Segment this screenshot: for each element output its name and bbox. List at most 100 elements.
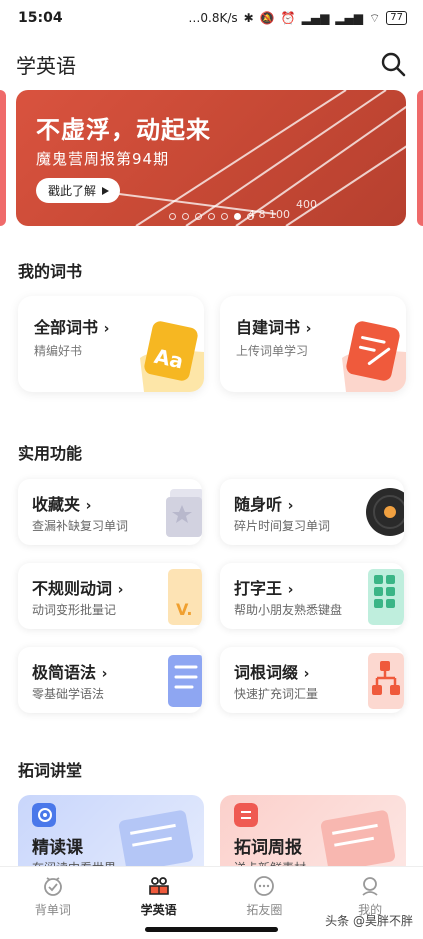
nav-label: 拓友圈: [246, 903, 283, 917]
card-desc: 上传词单学习: [236, 344, 309, 358]
profile-icon: [362, 877, 378, 896]
favorites-card[interactable]: 收藏夹 › 查漏补缺复习单词: [18, 479, 202, 545]
irregular-verbs-card[interactable]: 不规则动词 › 动词变形批量记 V.: [18, 563, 202, 629]
typing-card[interactable]: 打字王 › 帮助小朋友熟悉键盘: [220, 563, 404, 629]
alarm-icon: ⏰: [280, 11, 296, 25]
card-title: 词根词缀 ›: [234, 659, 309, 683]
bluetooth-icon: ✱: [243, 11, 254, 25]
signal-icon: ▂▄▆: [301, 11, 330, 25]
nav-tab-vocab[interactable]: 背单词: [0, 867, 106, 926]
card-title-text: 收藏夹: [32, 495, 81, 514]
home-indicator[interactable]: [145, 927, 278, 932]
card-title: 自建词书 ›: [236, 314, 311, 338]
chevron-right-icon: ›: [85, 498, 92, 514]
card-title: 精读课: [32, 838, 83, 858]
verb-art-text: V.: [176, 600, 192, 619]
wifi-icon: ⌔: [368, 10, 381, 25]
mute-icon: 🔕: [259, 11, 275, 25]
carousel-indicator: [16, 213, 406, 220]
banner-headline: 不虚浮，动起来: [36, 116, 211, 144]
banner-subtitle: 魔鬼营周报第94期: [36, 150, 170, 168]
search-icon[interactable]: [379, 50, 407, 78]
banner-card[interactable]: 400 4 8 100 不虚浮，动起来 魔鬼营周报第94期 戳此了解: [16, 90, 406, 226]
chat-bubble-icon: [254, 876, 275, 896]
status-bar: 15:04 …0.8K/s ✱ 🔕 ⏰ ▂▄▆ ▂▄▆ ⌔ 77: [0, 0, 423, 36]
tree-structure-icon: [368, 653, 404, 709]
aa-book-icon: Aa: [140, 321, 204, 392]
card-desc: 碎片时间复习单词: [234, 519, 331, 533]
carousel-dot: [181, 213, 189, 220]
watermark: 头条 @昊胖不胖: [325, 914, 413, 928]
chevron-right-icon: ›: [101, 666, 108, 682]
nav-tab-community[interactable]: 拓友圈: [212, 867, 318, 926]
roots-affixes-card[interactable]: 词根词缀 › 快速扩充词汇量: [220, 647, 404, 713]
carousel-dot: [246, 213, 254, 220]
card-title: 打字王 ›: [234, 575, 293, 599]
grammar-card[interactable]: 极简语法 › 零基础学语法: [18, 647, 202, 713]
card-title: 收藏夹 ›: [32, 491, 91, 515]
track-number-400: 400: [296, 198, 317, 211]
chevron-right-icon: ›: [117, 582, 124, 598]
all-books-card[interactable]: 全部词书 › 精编好书 Aa: [18, 296, 204, 392]
card-desc: 快速扩充词汇量: [234, 687, 319, 701]
audio-card[interactable]: 随身听 › 碎片时间复习单词: [220, 479, 404, 545]
custom-books-card[interactable]: 自建词书 › 上传词单学习: [220, 296, 406, 392]
edit-note-icon: [342, 321, 406, 392]
chevron-right-icon: ›: [305, 321, 312, 337]
chevron-right-icon: ›: [303, 666, 310, 682]
card-title-text: 打字王: [234, 579, 283, 598]
status-icons: …0.8K/s ✱ 🔕 ⏰ ▂▄▆ ▂▄▆ ⌔ 77: [188, 11, 407, 26]
section-title-my-books: 我的词书: [18, 262, 83, 281]
banner-next-peek[interactable]: [417, 90, 423, 226]
carousel-dot: [168, 213, 176, 220]
reading-icon: [148, 877, 169, 895]
banner-cta-button[interactable]: 戳此了解: [36, 178, 121, 203]
carousel-dot: [220, 213, 228, 220]
page-title: 学英语: [16, 53, 76, 78]
nav-tab-learn-english[interactable]: 学英语: [106, 867, 212, 926]
network-speed: …0.8K/s: [188, 11, 238, 25]
banner-cta-label: 戳此了解: [48, 184, 97, 198]
report-sheet-illustration: [320, 810, 396, 871]
reading-sheet-illustration: [118, 810, 194, 871]
chevron-right-icon: ›: [103, 321, 110, 337]
status-time: 15:04: [18, 10, 63, 26]
chevron-right-icon: ›: [287, 498, 294, 514]
card-title: 不规则动词 ›: [32, 575, 123, 599]
weekly-report-card[interactable]: 拓词周报 送卡新鲜素材: [220, 795, 406, 871]
play-arrow-icon: [102, 186, 110, 195]
battery-icon: 77: [386, 11, 407, 25]
clock-check-icon: [43, 877, 62, 896]
banner-prev-peek[interactable]: [0, 90, 6, 226]
card-title: 极简语法 ›: [32, 659, 107, 683]
document-lines-icon: [168, 655, 202, 707]
card-title-text: 不规则动词: [32, 579, 113, 598]
app-header: 学英语: [0, 40, 423, 88]
folder-star-icon: [166, 489, 202, 537]
section-title-tools: 实用功能: [18, 444, 83, 463]
vinyl-record-icon: [366, 488, 404, 536]
card-title: 随身听 ›: [234, 491, 293, 515]
card-desc: 零基础学语法: [32, 687, 105, 701]
banner-carousel[interactable]: 400 4 8 100 不虚浮，动起来 魔鬼营周报第94期 戳此了解: [0, 90, 423, 226]
card-title-text: 随身听: [234, 495, 283, 514]
card-title-text: 极简语法: [32, 663, 97, 682]
card-title: 拓词周报: [234, 838, 302, 858]
nav-label: 背单词: [34, 903, 71, 917]
keyboard-keys-icon: [368, 569, 404, 625]
carousel-dot: [207, 213, 215, 220]
verb-card-icon: V.: [168, 569, 202, 625]
carousel-dot-active: [233, 213, 241, 220]
card-desc: 帮助小朋友熟悉键盘: [234, 603, 343, 617]
card-title-text: 全部词书: [34, 318, 99, 337]
carousel-dot: [194, 213, 202, 220]
card-desc: 查漏补缺复习单词: [32, 519, 129, 533]
snail-icon: [32, 803, 56, 827]
nav-label: 学英语: [140, 903, 177, 917]
intensive-reading-card[interactable]: 精读课 在阅读中看世界: [18, 795, 204, 871]
section-title-lectures: 拓词讲堂: [18, 761, 83, 780]
card-title-text: 词根词缀: [234, 663, 299, 682]
card-desc: 精编好书: [34, 344, 83, 358]
card-title-text: 自建词书: [236, 318, 301, 337]
signal-2-icon: ▂▄▆: [335, 11, 363, 25]
